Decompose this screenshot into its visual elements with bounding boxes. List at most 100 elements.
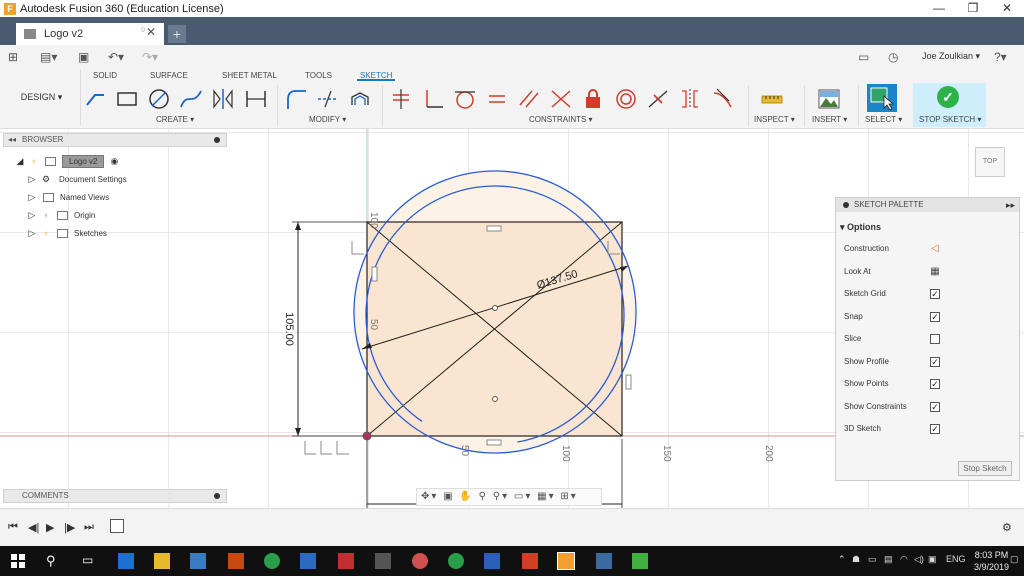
center-point[interactable] — [492, 305, 498, 311]
offset-tool-icon[interactable] — [348, 87, 372, 111]
expand-triangle-icon[interactable]: ▷ — [27, 228, 37, 239]
sketch-palette-header[interactable]: SKETCH PALETTE ▸▸ — [836, 198, 1019, 212]
panel-pin-icon[interactable] — [214, 137, 220, 143]
close-window-button[interactable]: ✕ — [990, 0, 1024, 17]
horizontal-constraint-glyph[interactable] — [486, 225, 502, 232]
visibility-bulb-icon[interactable]: ♁ — [29, 156, 39, 166]
browser-header[interactable]: ◂◂ BROWSER — [3, 133, 227, 147]
vertical-constraint-glyph[interactable] — [625, 374, 632, 390]
create-group-label[interactable]: CREATE ▾ — [156, 115, 194, 124]
expand-panel-icon[interactable]: ▸▸ — [1006, 198, 1015, 212]
add-comment-icon[interactable] — [214, 493, 220, 499]
equal-constraint-icon[interactable] — [485, 87, 509, 111]
browser-item-named-views[interactable]: ▷ Named Views — [27, 189, 109, 205]
midpoint-constraint-icon[interactable] — [646, 87, 670, 111]
tray-folder-icon[interactable]: ▤ — [884, 554, 893, 565]
language-indicator[interactable]: ENG — [946, 554, 966, 564]
fusion-360-taskbar-icon[interactable] — [557, 552, 575, 570]
origin-point[interactable] — [362, 431, 372, 441]
maximize-button[interactable]: ❐ — [956, 0, 990, 17]
tray-network-icon[interactable]: ▣ — [928, 554, 937, 565]
stop-sketch-button[interactable]: ✓ STOP SKETCH ▾ — [913, 83, 986, 127]
snap-checkbox[interactable]: ✓ — [930, 311, 940, 322]
panel-pin-icon[interactable] — [843, 202, 849, 208]
media-app-icon[interactable] — [228, 553, 244, 569]
step-forward-icon[interactable]: |▶ — [64, 521, 75, 534]
rectangle-tool-icon[interactable] — [115, 87, 139, 111]
new-tab-button[interactable]: + — [168, 25, 186, 43]
parallel-constraint-icon[interactable] — [517, 87, 541, 111]
mirror-tool-icon[interactable] — [211, 87, 235, 111]
look-at-icon[interactable]: ▦ — [928, 265, 942, 279]
modify-group-label[interactable]: MODIFY ▾ — [309, 115, 346, 124]
redo-icon[interactable]: ↷▾ — [142, 49, 158, 65]
mail-app-icon[interactable] — [190, 553, 206, 569]
sketch-point[interactable] — [492, 396, 498, 402]
tray-overflow-icon[interactable]: ⌃ — [838, 554, 846, 565]
visibility-bulb-icon[interactable]: ♁ — [41, 228, 51, 238]
browser-item-sketches[interactable]: ▷ ♁ Sketches — [27, 225, 107, 241]
zoom-icon[interactable]: ⚲ — [479, 491, 488, 502]
vertical-constraint-glyph[interactable] — [371, 266, 378, 282]
step-back-icon[interactable]: ◀| — [28, 521, 39, 534]
expand-triangle-icon[interactable]: ▷ — [27, 174, 37, 185]
help-icon[interactable]: ?▾ — [994, 49, 1007, 65]
search-icon[interactable]: ⚲ — [46, 553, 62, 569]
insert-image-icon[interactable] — [817, 87, 841, 111]
tab-sketch[interactable]: SKETCH — [357, 70, 396, 81]
photos-app-icon[interactable] — [596, 553, 612, 569]
expand-triangle-icon[interactable]: ▷ — [27, 192, 37, 203]
minimize-button[interactable]: — — [922, 0, 956, 17]
visibility-bulb-icon[interactable]: ♁ — [41, 210, 51, 220]
tray-volume-icon[interactable]: ◁) — [914, 554, 924, 565]
calculator-icon[interactable] — [375, 553, 391, 569]
chrome-browser-icon[interactable] — [264, 553, 280, 569]
play-icon[interactable]: ▶ — [46, 521, 54, 534]
app-icon[interactable] — [300, 553, 316, 569]
user-menu[interactable]: Joe Zoulkian ▾ — [922, 51, 980, 62]
tab-surface[interactable]: SURFACE — [150, 70, 188, 81]
circle-tool-icon[interactable] — [147, 87, 171, 111]
measure-ruler-icon[interactable] — [760, 87, 784, 111]
display-settings-icon[interactable]: ▭▾ — [514, 491, 532, 502]
curvature-constraint-icon[interactable] — [711, 87, 735, 111]
height-dimension-text[interactable]: 105.00 — [283, 312, 295, 346]
tray-wifi-icon[interactable]: ◠ — [900, 554, 908, 565]
tangent-constraint-icon[interactable] — [453, 87, 477, 111]
workspace-design-button[interactable]: DESIGN ▾ — [3, 69, 81, 125]
expand-triangle-icon[interactable]: ◢ — [15, 156, 25, 167]
grid-menu-icon[interactable]: ⊞ — [8, 49, 18, 65]
edge-browser-icon[interactable] — [118, 553, 134, 569]
activate-radio-icon[interactable]: ◉ — [110, 156, 118, 167]
select-group-label[interactable]: SELECT ▾ — [865, 115, 902, 124]
windows-start-icon[interactable] — [10, 553, 26, 569]
fix-lock-icon[interactable] — [581, 87, 605, 111]
3d-sketch-checkbox[interactable]: ✓ — [930, 424, 940, 434]
slice-checkbox[interactable] — [930, 334, 940, 344]
save-icon[interactable]: ▣ — [78, 49, 89, 65]
palette-stop-sketch-button[interactable]: Stop Sketch — [958, 461, 1012, 476]
grid-settings-icon[interactable]: ▦▾ — [537, 491, 555, 502]
spline-tool-icon[interactable] — [179, 87, 203, 111]
sketch-timeline-feature-icon[interactable] — [110, 519, 124, 533]
insert-group-label[interactable]: INSERT ▾ — [812, 115, 847, 124]
file-explorer-icon[interactable] — [154, 553, 170, 569]
show-points-checkbox[interactable]: ✓ — [930, 379, 940, 389]
task-view-icon[interactable]: ▭ — [82, 553, 98, 569]
look-at-icon[interactable]: ▣ — [443, 491, 454, 502]
app-icon[interactable] — [522, 553, 538, 569]
viewcube[interactable]: TOP — [975, 147, 1005, 177]
tab-solid[interactable]: SOLID — [93, 70, 117, 81]
tab-sheet-metal[interactable]: SHEET METAL — [222, 70, 277, 81]
show-profile-checkbox[interactable]: ✓ — [930, 356, 940, 367]
browser-root-item[interactable]: ◢ ♁ Logo v2 ◉ — [15, 153, 118, 169]
concentric-constraint-icon[interactable] — [614, 87, 638, 111]
document-tab[interactable]: Logo v2 ○ ✕ — [16, 23, 164, 45]
history-clock-icon[interactable]: ◷ — [888, 49, 898, 65]
jobs-icon[interactable]: ▭ — [858, 49, 869, 65]
close-tab-icon[interactable]: ✕ — [146, 25, 156, 39]
app-icon[interactable] — [632, 553, 648, 569]
perpendicular-constraint-icon[interactable] — [421, 87, 445, 111]
coincident-constraint-icon[interactable] — [389, 87, 413, 111]
pan-hand-icon[interactable]: ✋ — [459, 491, 473, 502]
